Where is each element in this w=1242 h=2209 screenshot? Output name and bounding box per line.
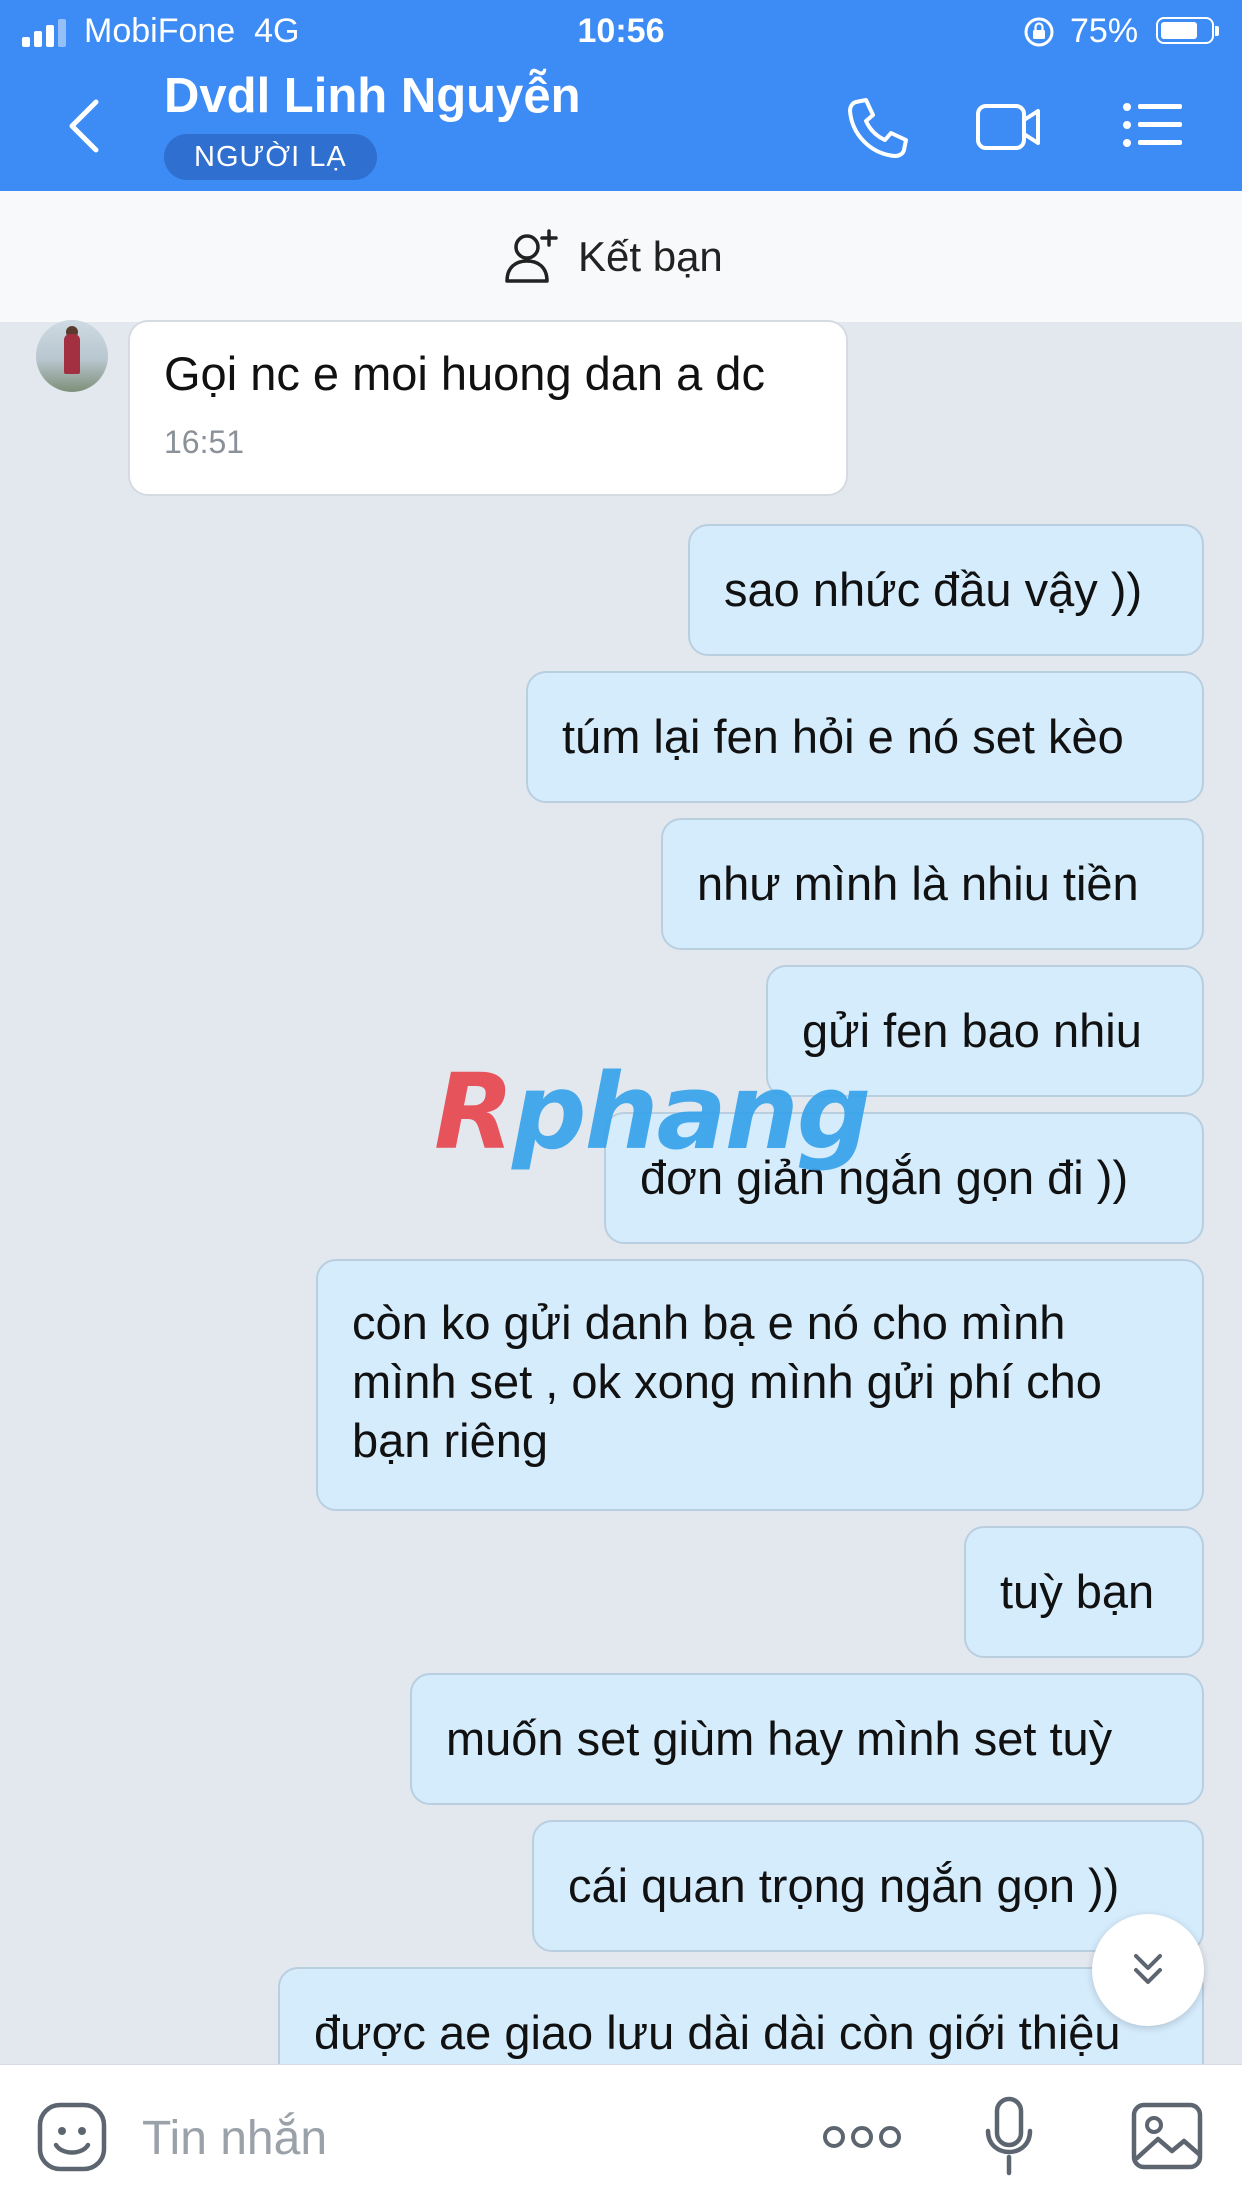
message-text: còn ko gửi danh bạ e nó cho mình mình se… xyxy=(352,1296,1102,1467)
message-bubble-outgoing[interactable]: cái quan trọng ngắn gọn )) xyxy=(532,1820,1204,1952)
message-text: cái quan trọng ngắn gọn )) xyxy=(568,1859,1120,1912)
battery-icon xyxy=(1156,17,1219,44)
battery-percentage: 75% xyxy=(1070,12,1139,50)
avatar[interactable] xyxy=(36,320,108,392)
phone-icon[interactable] xyxy=(838,92,908,162)
stranger-badge: NGƯỜI LẠ xyxy=(164,134,377,180)
message-text: sao nhức đầu vậy )) xyxy=(724,563,1143,616)
double-chevron-down-icon xyxy=(1134,1954,1162,1984)
rotation-lock-icon xyxy=(1024,17,1054,47)
scroll-down-button[interactable] xyxy=(1092,1914,1204,2026)
message-bubble-outgoing[interactable]: còn ko gửi danh bạ e nó cho mình mình se… xyxy=(316,1259,1204,1511)
message-text: được ae giao lưu dài dài còn giới thiệu xyxy=(314,2006,1121,2059)
message-bubble-outgoing[interactable]: muốn set giùm hay mình set tuỳ xyxy=(410,1673,1204,1805)
message-input[interactable]: Tin nhắn xyxy=(142,2111,327,2166)
image-icon[interactable] xyxy=(1130,2101,1204,2171)
message-bubble-outgoing[interactable]: tuỳ bạn xyxy=(964,1526,1204,1658)
contact-name[interactable]: Dvdl Linh Nguyễn xyxy=(164,68,581,124)
message-text: tuỳ bạn xyxy=(1000,1565,1155,1618)
message-time: 16:51 xyxy=(164,424,245,460)
message-bubble-incoming[interactable]: Gọi nc e moi huong dan a dc 16:51 xyxy=(128,320,848,496)
more-icon[interactable] xyxy=(822,2119,902,2155)
add-friend-label: Kết bạn xyxy=(578,233,723,280)
message-bubble-outgoing[interactable]: túm lại fen hỏi e nó set kèo xyxy=(526,671,1204,803)
microphone-icon[interactable] xyxy=(984,2095,1034,2177)
message-text: Gọi nc e moi huong dan a dc xyxy=(164,347,765,400)
message-bubble-outgoing[interactable]: như mình là nhiu tiền xyxy=(661,818,1204,950)
video-call-icon[interactable] xyxy=(974,92,1044,162)
message-composer: Tin nhắn xyxy=(0,2064,1242,2209)
sticker-icon[interactable] xyxy=(36,2101,108,2173)
message-text: muốn set giùm hay mình set tuỳ xyxy=(446,1712,1113,1765)
add-user-icon xyxy=(505,229,558,283)
message-text: túm lại fen hỏi e nó set kèo xyxy=(562,710,1124,763)
menu-icon[interactable] xyxy=(1118,92,1188,162)
add-friend-button[interactable]: Kết bạn xyxy=(0,191,1242,322)
status-bar: MobiFone 4G 10:56 75% xyxy=(0,0,1242,62)
watermark-logo: Rphang xyxy=(434,1051,871,1173)
message-bubble-outgoing[interactable]: sao nhức đầu vậy )) xyxy=(688,524,1204,656)
back-icon[interactable] xyxy=(62,96,106,156)
message-text: như mình là nhiu tiền xyxy=(697,857,1139,910)
chat-header: MobiFone 4G 10:56 75% Dvdl Linh Nguyễn N… xyxy=(0,0,1242,191)
